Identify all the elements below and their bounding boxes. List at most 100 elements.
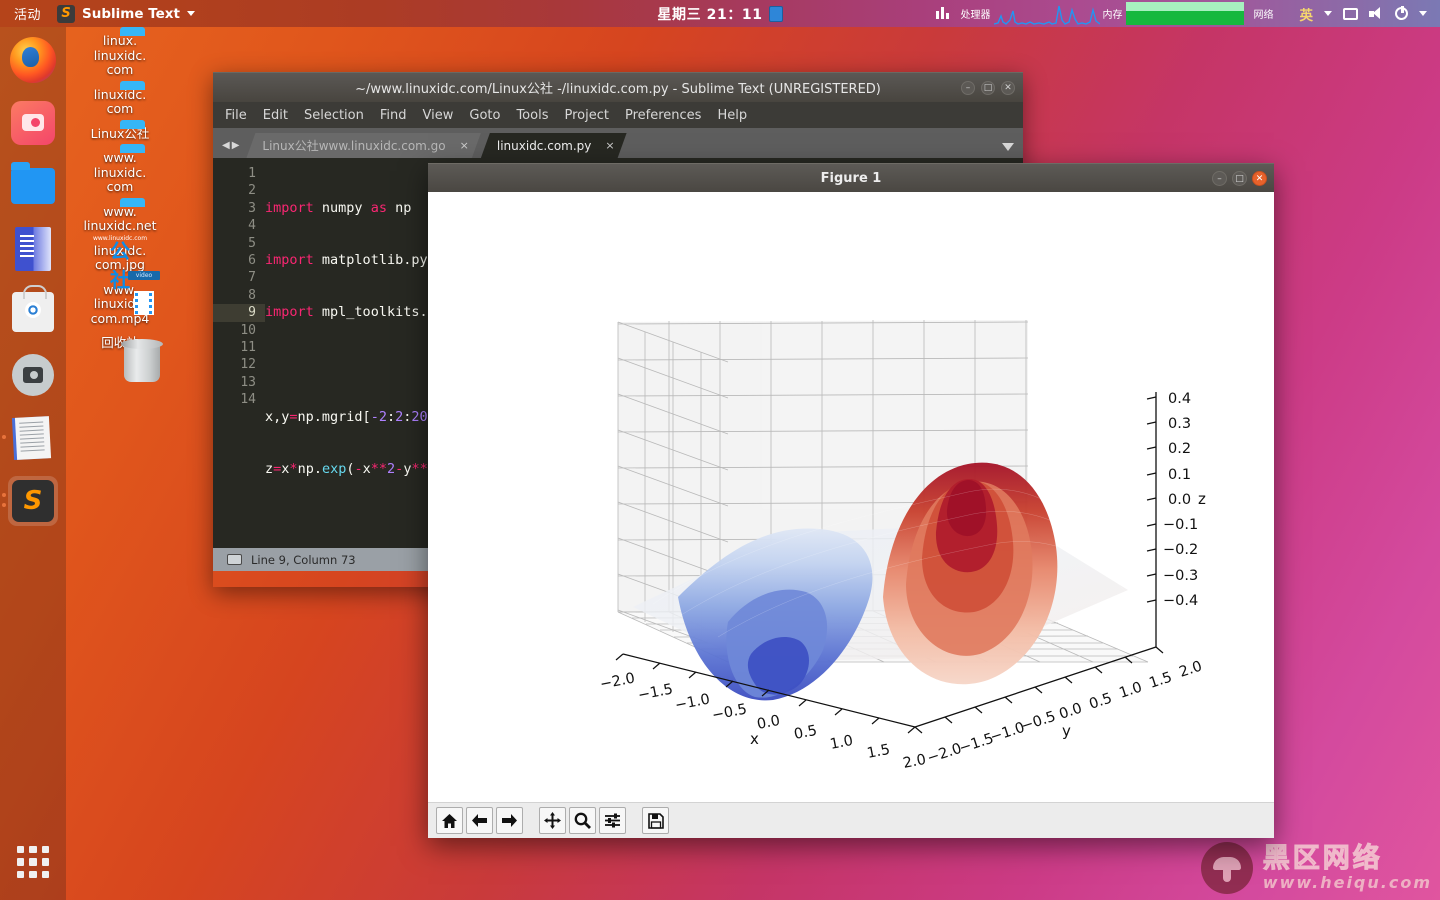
dock-item-sublime[interactable]: S bbox=[2, 476, 58, 526]
desktop-icon-folder-3[interactable]: Linux公社 bbox=[72, 125, 168, 142]
dock-item-screenshot[interactable] bbox=[8, 98, 58, 148]
tab-nav-arrows[interactable]: ◀ ▶ bbox=[213, 140, 246, 158]
activities-button[interactable]: 活动 bbox=[0, 4, 53, 23]
shopping-bag-icon bbox=[12, 285, 54, 332]
chevron-down-icon[interactable] bbox=[1419, 11, 1427, 16]
figure-window-title: Figure 1 bbox=[820, 170, 882, 186]
desktop-icon-label: linux. linuxidc. com bbox=[93, 33, 147, 77]
line-number: 2 bbox=[248, 183, 256, 199]
desktop-icon-label: www. linuxidc. com bbox=[93, 150, 147, 194]
svg-text:−0.3: −0.3 bbox=[1163, 568, 1198, 584]
matplotlib-figure-window[interactable]: Figure 1 – □ ✕ −2.0 −1.5 −1.0 −0.5 0.0 0… bbox=[428, 163, 1274, 838]
svg-text:0.0: 0.0 bbox=[1168, 492, 1191, 508]
app-menu-sublime[interactable]: S Sublime Text bbox=[53, 4, 195, 23]
watermark-url: www.heiqu.com bbox=[1262, 872, 1432, 892]
save-floppy-icon[interactable] bbox=[642, 807, 669, 834]
minimize-button[interactable]: – bbox=[961, 81, 975, 95]
pan-move-icon[interactable] bbox=[539, 807, 566, 834]
desktop-icon-trash[interactable]: 回收站 bbox=[72, 335, 168, 382]
dock-item-writer[interactable] bbox=[8, 224, 58, 274]
layout-icon bbox=[227, 554, 242, 565]
desktop-icon-folder-5[interactable]: www. linuxidc.net bbox=[72, 204, 168, 234]
menu-selection[interactable]: Selection bbox=[304, 108, 364, 123]
system-monitor-memory[interactable]: 内存 bbox=[1100, 0, 1244, 27]
menu-goto[interactable]: Goto bbox=[469, 108, 500, 123]
menu-view[interactable]: View bbox=[423, 108, 454, 123]
svg-text:0.4: 0.4 bbox=[1168, 391, 1191, 407]
sublime-tab-bar: ◀ ▶ Linux公社www.linuxidc.com.go × linuxidc… bbox=[213, 128, 1023, 158]
mushroom-logo-icon bbox=[1200, 842, 1253, 894]
line-number: 8 bbox=[248, 287, 256, 303]
svg-text:−0.4: −0.4 bbox=[1163, 593, 1198, 609]
status-indicators[interactable]: 英 bbox=[1284, 4, 1440, 24]
surface3d-plot: −2.0 −1.5 −1.0 −0.5 0.0 0.5 1.0 1.5 2.0 … bbox=[428, 192, 1274, 802]
figure-canvas[interactable]: −2.0 −1.5 −1.0 −0.5 0.0 0.5 1.0 1.5 2.0 … bbox=[428, 192, 1274, 802]
svg-text:−0.2: −0.2 bbox=[1163, 542, 1198, 558]
line-number: 13 bbox=[240, 374, 256, 390]
menu-preferences[interactable]: Preferences bbox=[625, 108, 701, 123]
desktop-icon-folder-2[interactable]: linuxidc. com bbox=[72, 86, 168, 117]
tab-next-icon[interactable]: ▶ bbox=[232, 140, 240, 151]
desktop-icon-folder-4[interactable]: www. linuxidc. com bbox=[72, 150, 168, 195]
folder-icon bbox=[11, 162, 55, 204]
ylabel: y bbox=[1062, 722, 1071, 740]
monitor-icon[interactable] bbox=[1343, 7, 1358, 20]
line-number: 10 bbox=[240, 322, 256, 338]
dock-item-camera[interactable] bbox=[8, 350, 58, 400]
desktop-icon-image-jpg[interactable]: 公社 www.linuxidc.com linuxidc. com.jpg bbox=[72, 235, 168, 292]
menu-find[interactable]: Find bbox=[380, 108, 407, 123]
input-language-indicator[interactable]: 英 bbox=[1300, 4, 1314, 24]
power-icon[interactable] bbox=[1395, 6, 1408, 20]
sublime-icon: S bbox=[12, 480, 54, 522]
minimize-button[interactable]: – bbox=[1212, 171, 1227, 186]
system-monitor-cpu[interactable]: 处理器 bbox=[931, 0, 1100, 27]
back-arrow-icon[interactable] bbox=[466, 807, 493, 834]
dock-item-files[interactable] bbox=[8, 161, 58, 211]
desktop-icon-label: linuxidc. com bbox=[93, 86, 147, 116]
line-number: 4 bbox=[248, 218, 256, 234]
menu-project[interactable]: Project bbox=[564, 108, 608, 123]
watermark-chinese: 黑区网络 bbox=[1262, 842, 1383, 874]
chevron-down-icon[interactable] bbox=[1002, 143, 1014, 151]
show-applications-button[interactable] bbox=[17, 846, 49, 878]
dock-item-text-editor[interactable] bbox=[2, 413, 58, 463]
close-button[interactable]: ✕ bbox=[1252, 171, 1267, 186]
tab-go-file[interactable]: Linux公社www.linuxidc.com.go × bbox=[246, 133, 480, 158]
window-title: ~/www.linuxidc.com/Linux公社 -/linuxidc.co… bbox=[355, 82, 881, 97]
sublime-icon: S bbox=[57, 4, 76, 23]
forward-arrow-icon[interactable] bbox=[496, 807, 523, 834]
tab-linuxidc-py[interactable]: linuxidc.com.py × bbox=[481, 133, 627, 158]
menu-tools[interactable]: Tools bbox=[516, 108, 548, 123]
matplotlib-navigation-toolbar[interactable] bbox=[428, 802, 1274, 838]
menu-file[interactable]: File bbox=[225, 108, 247, 123]
system-monitor-network[interactable]: 网络 bbox=[1244, 0, 1284, 27]
tab-prev-icon[interactable]: ◀ bbox=[222, 140, 230, 151]
configure-sliders-icon[interactable] bbox=[599, 807, 626, 834]
sublime-menu-bar[interactable]: File Edit Selection Find View Goto Tools… bbox=[213, 102, 1023, 128]
window-controls[interactable]: – □ ✕ bbox=[961, 81, 1015, 95]
maximize-button[interactable]: □ bbox=[1232, 171, 1247, 186]
tab-close-icon[interactable]: × bbox=[605, 139, 614, 152]
home-icon[interactable] bbox=[436, 807, 463, 834]
dock-item-software[interactable] bbox=[8, 285, 58, 337]
line-number: 5 bbox=[248, 235, 256, 251]
top-bar-right: 处理器 内存 网络 英 bbox=[931, 0, 1440, 27]
sublime-title-bar[interactable]: ~/www.linuxidc.com/Linux公社 -/linuxidc.co… bbox=[213, 72, 1023, 102]
close-button[interactable]: ✕ bbox=[1001, 81, 1015, 95]
volume-icon[interactable] bbox=[1369, 7, 1384, 20]
cpu-graph bbox=[993, 2, 1100, 26]
xlabel: x bbox=[750, 730, 759, 748]
dock-item-firefox[interactable] bbox=[8, 35, 58, 85]
desktop-icon-folder-1[interactable]: linux. linuxidc. com bbox=[72, 33, 168, 78]
desktop-icon-label: Linux公社 bbox=[90, 125, 150, 141]
app-menu-label: Sublime Text bbox=[82, 5, 180, 22]
menu-edit[interactable]: Edit bbox=[263, 108, 288, 123]
menu-help[interactable]: Help bbox=[717, 108, 747, 123]
figure-title-bar[interactable]: Figure 1 – □ ✕ bbox=[428, 163, 1274, 192]
maximize-button[interactable]: □ bbox=[981, 81, 995, 95]
clock-area[interactable]: 星期三 21：11 bbox=[590, 4, 850, 24]
zoom-magnifier-icon[interactable] bbox=[569, 807, 596, 834]
tab-close-icon[interactable]: × bbox=[460, 139, 469, 152]
figure-window-controls[interactable]: – □ ✕ bbox=[1212, 171, 1267, 186]
line-number: 14 bbox=[240, 392, 256, 408]
